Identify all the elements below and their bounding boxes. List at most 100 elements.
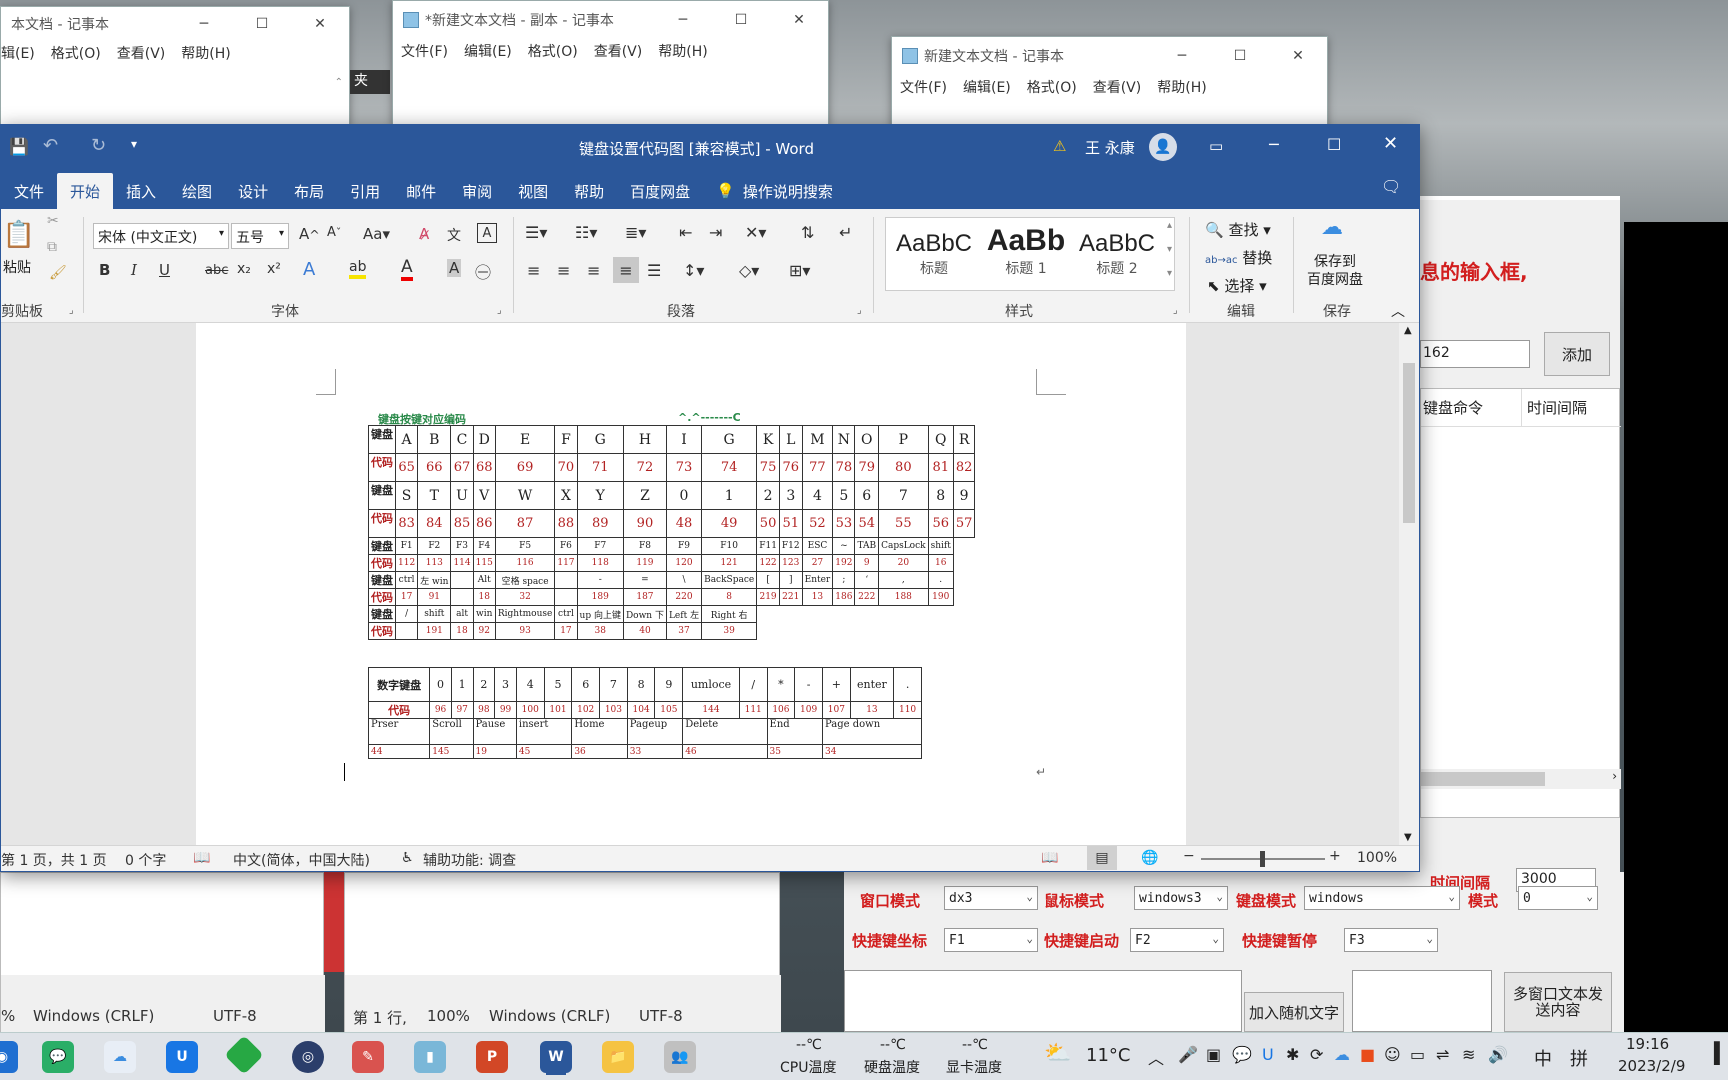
tray-app-icon[interactable]: ▣ bbox=[1206, 1045, 1221, 1064]
save-to-baidu-button[interactable]: 保存到 百度网盘 bbox=[1307, 253, 1363, 289]
language[interactable]: 中文(简体，中国大陆) bbox=[233, 850, 370, 870]
highlight-icon[interactable]: ab bbox=[349, 259, 367, 279]
minimize-icon[interactable]: ─ bbox=[1269, 135, 1279, 154]
copy-icon[interactable]: ⧉ bbox=[47, 239, 57, 255]
tab-help[interactable]: 帮助 bbox=[561, 173, 617, 209]
menu-view[interactable]: 查看(V) bbox=[1093, 77, 1142, 97]
chinese-layout-icon[interactable]: ✕▾ bbox=[745, 223, 766, 242]
undo-icon[interactable]: ↶ bbox=[43, 135, 58, 156]
notepad2-body[interactable]: 第 1 行, 100% Windows (CRLF) UTF-8 bbox=[344, 872, 781, 1033]
style-heading-2[interactable]: AaBbC 标题 2 bbox=[1074, 230, 1160, 278]
tray-bluetooth-icon[interactable]: ✱ bbox=[1286, 1045, 1299, 1064]
font-size-select[interactable]: 五号 ▾ bbox=[231, 223, 289, 249]
dialog-launcher-icon[interactable]: ⌟ bbox=[1173, 305, 1178, 316]
window-mode-select[interactable]: dx3 ⌄ bbox=[944, 886, 1038, 910]
notepad-window-1[interactable]: 本文档 - 记事本 ─ ☐ ✕ 辑(E) 格式(O) 查看(V) 帮助(H) ⌃ bbox=[0, 6, 350, 126]
menu-view[interactable]: 查看(V) bbox=[117, 43, 166, 63]
word-taskbar-icon[interactable]: W bbox=[540, 1041, 572, 1073]
vertical-scrollbar[interactable]: ▲ ▼ bbox=[1399, 323, 1419, 845]
maximize-icon[interactable]: ☐ bbox=[712, 1, 770, 39]
column-header-interval[interactable]: 时间间隔 bbox=[1527, 397, 1587, 418]
menu-format[interactable]: 格式(O) bbox=[528, 41, 578, 61]
page-count[interactable]: 第 1 页，共 1 页 bbox=[1, 850, 107, 870]
comments-icon[interactable]: 🗨 bbox=[1381, 177, 1401, 196]
maximize-icon[interactable]: ☐ bbox=[233, 7, 291, 41]
bold-icon[interactable]: B bbox=[99, 261, 110, 279]
accessibility-icon[interactable]: ♿ bbox=[401, 850, 414, 866]
notepad-taskbar-icon[interactable]: ▮ bbox=[414, 1041, 446, 1073]
warning-icon[interactable]: ⚠ bbox=[1053, 137, 1066, 155]
baidu-netdisk-icon[interactable]: ☁ bbox=[104, 1041, 136, 1073]
add-button[interactable]: 添加 bbox=[1544, 332, 1610, 376]
weather-temp[interactable]: 11°C bbox=[1086, 1045, 1130, 1066]
tab-file[interactable]: 文件 bbox=[1, 173, 57, 209]
minimize-icon[interactable]: ─ bbox=[175, 7, 233, 41]
tab-home[interactable]: 开始 bbox=[57, 173, 114, 209]
scrollbar-thumb[interactable] bbox=[1403, 363, 1415, 523]
borders-icon[interactable]: ⊞▾ bbox=[789, 261, 810, 280]
align-center-icon[interactable]: ≡ bbox=[557, 261, 570, 280]
microphone-icon[interactable]: 🎤 bbox=[1178, 1045, 1198, 1064]
align-right-icon[interactable]: ≡ bbox=[587, 261, 600, 280]
start-icon[interactable]: ◉ bbox=[0, 1041, 18, 1073]
web-layout-icon[interactable]: 🌐 bbox=[1141, 850, 1158, 866]
avatar[interactable]: 👤 bbox=[1149, 133, 1177, 161]
font-name-select[interactable]: 宋体 (中文正文) ▾ bbox=[93, 223, 229, 249]
ime-language[interactable]: 中 bbox=[1534, 1045, 1552, 1071]
ime-mode[interactable]: 拼 bbox=[1570, 1045, 1588, 1071]
menu-edit[interactable]: 编辑(E) bbox=[963, 77, 1011, 97]
secondary-text-input[interactable] bbox=[1352, 970, 1492, 1032]
scroll-up-icon[interactable]: ⌃ bbox=[335, 77, 343, 88]
weather-icon[interactable]: ⛅ bbox=[1044, 1041, 1071, 1066]
underline-icon[interactable]: U bbox=[159, 261, 170, 279]
clock-date[interactable]: 2023/2/9 bbox=[1618, 1057, 1685, 1075]
shrink-font-icon[interactable]: Aˇ bbox=[327, 225, 341, 240]
character-shading-icon[interactable]: A bbox=[447, 259, 462, 277]
accessibility-status[interactable]: 辅助功能: 调查 bbox=[423, 850, 516, 870]
replace-button[interactable]: ab→ac 替换 bbox=[1205, 247, 1272, 268]
tell-me-search[interactable]: 💡 操作说明搜索 bbox=[703, 173, 846, 209]
styles-gallery[interactable]: AaBbC 标题 AaBb 标题 1 AaBbC 标题 2 ▴ ▾ ▾ bbox=[885, 217, 1175, 291]
tray-usb-icon[interactable]: ⇌ bbox=[1436, 1045, 1449, 1064]
notification-icon[interactable]: ▍ bbox=[1714, 1041, 1728, 1065]
sort-icon[interactable]: ⇅ bbox=[801, 223, 814, 242]
menu-format[interactable]: 格式(O) bbox=[1027, 77, 1077, 97]
grow-font-icon[interactable]: A ^ bbox=[299, 225, 320, 243]
user-name[interactable]: 王 永康 bbox=[1085, 137, 1135, 158]
wechat-icon[interactable]: 💬 bbox=[42, 1041, 74, 1073]
tray-person-icon[interactable]: ☺ bbox=[1384, 1045, 1401, 1064]
zoom-out-icon[interactable]: − bbox=[1183, 848, 1195, 864]
maximize-icon[interactable]: ☐ bbox=[1211, 37, 1269, 75]
word-window[interactable]: 💾 ↶ ↻ ▾ 键盘设置代码图 [兼容模式] - Word ⚠ 王 永康 👤 ▭… bbox=[0, 124, 1420, 872]
minimize-icon[interactable]: ─ bbox=[1153, 37, 1211, 75]
scroll-down-icon[interactable]: ▼ bbox=[1404, 832, 1412, 843]
notepad1-body[interactable]: % Windows (CRLF) UTF-8 bbox=[0, 872, 325, 1033]
command-input[interactable]: 162 bbox=[1420, 340, 1530, 368]
justify-icon[interactable]: ≡ bbox=[613, 257, 639, 283]
menu-edit[interactable]: 编辑(E) bbox=[464, 41, 512, 61]
scroll-up-icon[interactable]: ▲ bbox=[1404, 325, 1412, 336]
close-icon[interactable]: ✕ bbox=[770, 1, 828, 39]
zoom-level[interactable]: 100% bbox=[1357, 850, 1397, 866]
menu-help[interactable]: 帮助(H) bbox=[181, 43, 230, 63]
bullets-icon[interactable]: ☰▾ bbox=[525, 223, 547, 242]
tab-baidu-netdisk[interactable]: 百度网盘 bbox=[617, 173, 703, 209]
print-layout-icon[interactable]: ▤ bbox=[1087, 846, 1117, 870]
menu-help[interactable]: 帮助(H) bbox=[1157, 77, 1206, 97]
tab-design[interactable]: 设计 bbox=[225, 173, 281, 209]
tray-sync-icon[interactable]: ⟳ bbox=[1310, 1045, 1323, 1064]
maximize-icon[interactable]: ☐ bbox=[1327, 135, 1341, 154]
read-mode-icon[interactable]: 📖 bbox=[1041, 850, 1058, 866]
proofing-icon[interactable]: 📖 bbox=[193, 850, 210, 866]
command-list[interactable]: 键盘命令 时间间隔 › bbox=[1420, 388, 1621, 818]
hotkey-start-select[interactable]: F2 ⌄ bbox=[1130, 928, 1224, 952]
decrease-indent-icon[interactable]: ⇤ bbox=[679, 223, 692, 242]
document-page[interactable]: 键盘按键对应编码 ^.^-------C 键盘 A B C D E F G H I G K L M N O P Q… bbox=[196, 323, 1186, 845]
style-title[interactable]: AaBbC 标题 bbox=[892, 230, 976, 278]
numbering-icon[interactable]: ☷▾ bbox=[575, 223, 597, 242]
distributed-icon[interactable]: ☰ bbox=[647, 261, 661, 280]
redo-icon[interactable]: ↻ bbox=[91, 135, 106, 156]
font-color-icon[interactable]: A bbox=[401, 257, 413, 281]
collapse-ribbon-icon[interactable]: ︿ bbox=[1391, 301, 1405, 321]
text-content-input[interactable] bbox=[844, 970, 1242, 1032]
